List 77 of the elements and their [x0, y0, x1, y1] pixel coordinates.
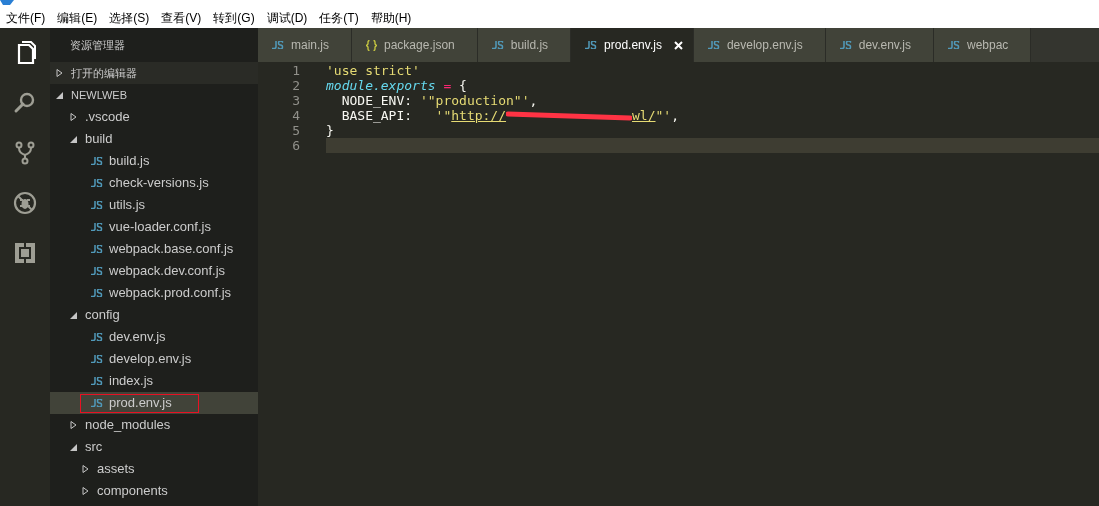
js-file-icon	[839, 41, 852, 49]
folder-item[interactable]: src	[85, 437, 103, 457]
caret-right-icon[interactable]	[82, 465, 89, 473]
caret-right-icon[interactable]	[56, 69, 63, 77]
tab[interactable]: build.js	[477, 28, 572, 62]
menu-item[interactable]: 调试(D)	[260, 9, 314, 27]
js-file-icon	[91, 289, 103, 297]
js-file-icon	[91, 399, 103, 407]
tab[interactable]: dev.env.js	[825, 28, 934, 62]
file-item[interactable]: dev.env.js	[80, 327, 193, 347]
sidebar-title: 资源管理器	[70, 37, 125, 53]
js-file-icon	[707, 41, 720, 49]
file-item[interactable]: vue-loader.conf.js	[80, 217, 238, 237]
menu-item[interactable]: 任务(T)	[313, 9, 365, 27]
js-file-icon	[91, 355, 103, 363]
js-file-icon	[491, 41, 504, 49]
folder-item[interactable]: node_modules	[85, 415, 171, 435]
folder-item[interactable]: assets	[97, 459, 135, 479]
no-bug-icon[interactable]	[12, 190, 38, 216]
js-file-icon	[91, 157, 103, 165]
js-file-icon	[91, 179, 103, 187]
section-header[interactable]: NEWLWEB	[71, 86, 128, 104]
caret-down-icon[interactable]	[70, 135, 77, 143]
caret-down-icon[interactable]	[70, 311, 77, 319]
file-item[interactable]: index.js	[80, 371, 181, 391]
app-logo-icon	[0, 0, 14, 5]
js-file-icon	[91, 377, 103, 385]
menu-item[interactable]: 文件(F)	[0, 9, 52, 27]
file-item[interactable]: webpack.prod.conf.js	[80, 283, 259, 303]
js-file-icon	[91, 201, 103, 209]
js-file-icon	[585, 41, 598, 49]
line-number: 5	[291, 123, 300, 138]
file-item[interactable]: utils.js	[80, 195, 173, 215]
code-line: module.exports = {	[326, 78, 467, 93]
caret-right-icon[interactable]	[70, 113, 77, 121]
code-line: BASE_API: '"http:// wl/"',	[340, 108, 679, 123]
file-item[interactable]: check-versions.js	[80, 173, 236, 193]
caret-right-icon[interactable]	[82, 487, 89, 495]
file-item[interactable]: develop.env.js	[80, 349, 219, 369]
line-number: 3	[291, 93, 300, 108]
menu-item[interactable]: 帮助(H)	[364, 9, 418, 27]
code-line: }	[326, 123, 334, 138]
tab[interactable]: prod.env.js	[571, 28, 694, 62]
tab[interactable]: webpac	[934, 28, 1032, 62]
folder-item[interactable]: components	[97, 481, 168, 501]
menu-item[interactable]: 选择(S)	[103, 9, 156, 27]
menu-item[interactable]: 编辑(E)	[51, 9, 104, 27]
caret-right-icon[interactable]	[70, 421, 77, 429]
extensions-icon[interactable]	[12, 240, 38, 266]
folder-item[interactable]: .vscode	[85, 107, 130, 127]
file-item[interactable]: prod.env.js	[80, 393, 199, 413]
tab[interactable]: main.js	[258, 28, 352, 62]
js-file-icon	[272, 41, 284, 49]
line-number: 4	[291, 108, 300, 123]
line-number: 6	[291, 138, 300, 153]
js-file-icon	[91, 223, 103, 231]
tab[interactable]: package.json	[352, 28, 478, 62]
folder-item[interactable]: config	[85, 305, 120, 325]
close-icon[interactable]	[673, 40, 683, 50]
tab[interactable]: develop.env.js	[693, 28, 826, 62]
line-number: 2	[291, 78, 300, 93]
folder-item[interactable]: build	[85, 129, 113, 149]
code-line: NODE_ENV: '"production"',	[340, 93, 538, 108]
js-file-icon	[91, 267, 103, 275]
menu-item[interactable]: 查看(V)	[155, 9, 208, 27]
file-item[interactable]: webpack.base.conf.js	[80, 239, 261, 259]
file-item[interactable]: build.js	[80, 151, 177, 171]
js-file-icon	[948, 41, 960, 49]
caret-down-icon[interactable]	[56, 91, 63, 99]
file-item[interactable]: webpack.dev.conf.js	[80, 261, 253, 281]
js-file-icon	[91, 245, 103, 253]
js-file-icon	[91, 333, 103, 341]
code-line: 'use strict'	[326, 63, 420, 78]
caret-down-icon[interactable]	[70, 443, 77, 451]
braces-icon	[366, 39, 377, 51]
menu-item[interactable]: 转到(G)	[207, 9, 261, 27]
line-number: 1	[291, 63, 300, 78]
